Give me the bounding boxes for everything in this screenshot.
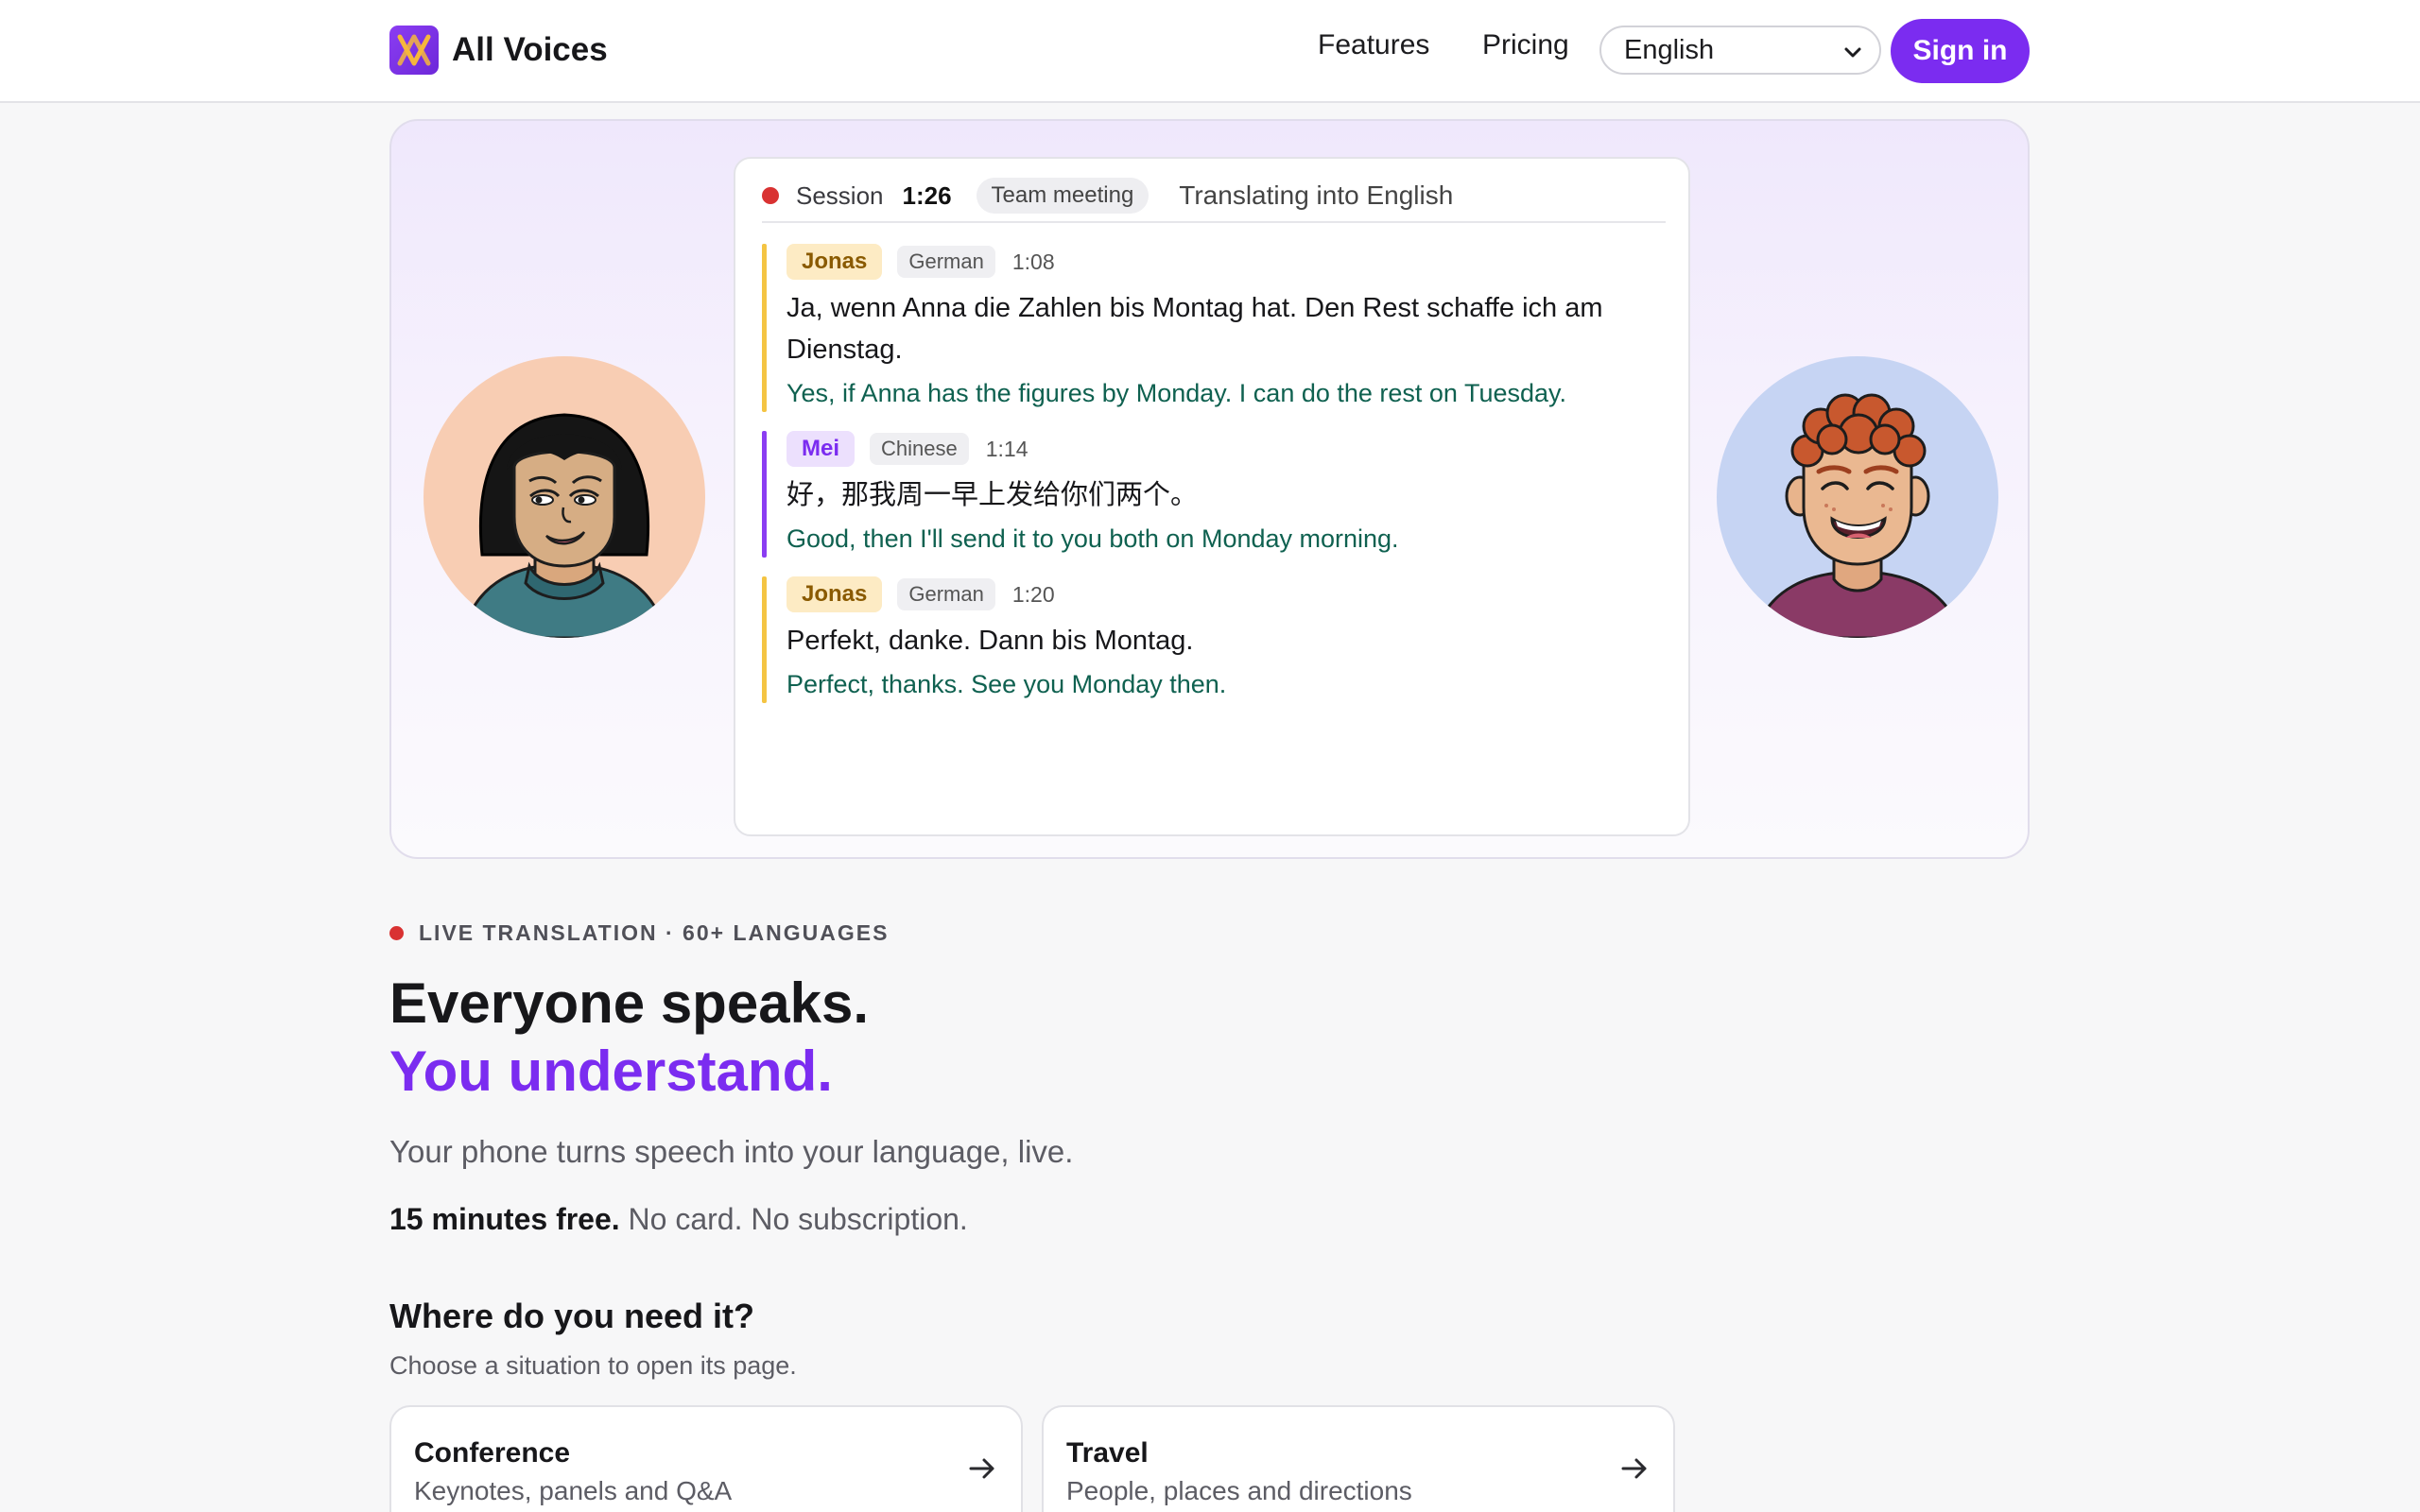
session-bar: Session 1:26 Team meeting Translating in…: [762, 170, 1666, 223]
logo-mark-icon: [389, 26, 439, 75]
page-headline: Everyone speaks. You understand.: [389, 970, 869, 1106]
session-timer: 1:26: [902, 180, 952, 210]
free-offer-bold: 15 minutes free.: [389, 1202, 620, 1236]
language-chip: German: [897, 578, 995, 610]
nav-features-link[interactable]: Features: [1318, 29, 1429, 61]
headline-line-2: You understand.: [389, 1040, 833, 1103]
hero-demo-card: Session 1:26 Team meeting Translating in…: [389, 119, 2030, 859]
eyebrow-text: LIVE TRANSLATION · 60+ LANGUAGES: [419, 920, 890, 945]
brand-name: All Voices: [452, 31, 608, 68]
arrow-right-icon: [969, 1458, 994, 1479]
recording-dot-icon: [762, 187, 779, 204]
language-chip: Chinese: [870, 433, 969, 465]
eyebrow-label: LIVE TRANSLATION · 60+ LANGUAGES: [389, 920, 889, 946]
transcript-message: Mei Chinese 1:14 好，那我周一早上发给你们两个。 Good, t…: [762, 431, 1660, 558]
session-label: Session: [796, 180, 884, 210]
speaker-accent-bar: [762, 244, 767, 412]
speaker-name: Jonas: [786, 576, 883, 612]
situation-card-desc: Keynotes, panels and Q&A: [414, 1476, 733, 1505]
hero-subline: Your phone turns speech into your langua…: [389, 1134, 1074, 1169]
speaker-avatar-woman: [424, 356, 705, 638]
situation-card-title: Conference: [414, 1437, 571, 1469]
speaker-name: Jonas: [786, 244, 883, 280]
situation-card-travel[interactable]: Travel People, places and directions: [1042, 1405, 1675, 1512]
original-text: Perfekt, danke. Dann bis Montag.: [786, 626, 1194, 656]
translated-text: Perfect, thanks. See you Monday then.: [786, 670, 1227, 698]
transcript-message: Jonas German 1:08 Ja, wenn Anna die Zahl…: [762, 244, 1660, 412]
message-time: 1:14: [985, 436, 1028, 461]
top-navigation-bar: All Voices Features Pricing English Sign…: [0, 0, 2420, 103]
target-language-label: Translating into English: [1179, 180, 1454, 210]
situations-subtitle: Choose a situation to open its page.: [389, 1351, 797, 1380]
message-time: 1:20: [1011, 581, 1055, 607]
translated-text: Good, then I'll send it to you both on M…: [786, 524, 1399, 553]
translated-text: Yes, if Anna has the figures by Monday. …: [786, 379, 1567, 407]
speaker-accent-bar: [762, 431, 767, 558]
headline-line-1: Everyone speaks.: [389, 971, 869, 1035]
situation-card-title: Travel: [1066, 1437, 1149, 1469]
original-text: 好，那我周一早上发给你们两个。: [786, 480, 1199, 510]
situation-card-conference[interactable]: Conference Keynotes, panels and Q&A: [389, 1405, 1023, 1512]
situation-card-desc: People, places and directions: [1066, 1476, 1412, 1505]
transcript-panel: Session 1:26 Team meeting Translating in…: [734, 157, 1690, 836]
message-time: 1:08: [1011, 249, 1055, 274]
live-dot-icon: [389, 926, 404, 940]
language-select[interactable]: English: [1599, 26, 1881, 75]
language-chip: German: [897, 246, 995, 278]
transcript-message: Jonas German 1:20 Perfekt, danke. Dann b…: [762, 576, 1660, 703]
chevron-down-icon: [1844, 47, 1861, 58]
speaker-accent-bar: [762, 576, 767, 703]
language-select-value: English: [1624, 34, 1715, 65]
arrow-right-icon: [1621, 1458, 1647, 1479]
brand-home-link[interactable]: All Voices: [389, 26, 608, 75]
speaker-name: Mei: [786, 431, 856, 467]
speaker-avatar-man: [1717, 356, 1998, 638]
original-text: Ja, wenn Anna die Zahlen bis Montag hat.…: [786, 293, 1603, 365]
session-tag: Team meeting: [976, 178, 1150, 214]
sign-in-button[interactable]: Sign in: [1891, 19, 2030, 83]
nav-pricing-link[interactable]: Pricing: [1482, 29, 1569, 61]
free-offer-text: 15 minutes free. No card. No subscriptio…: [389, 1202, 968, 1237]
situations-title: Where do you need it?: [389, 1297, 755, 1335]
free-offer-rest: No card. No subscription.: [619, 1202, 968, 1236]
